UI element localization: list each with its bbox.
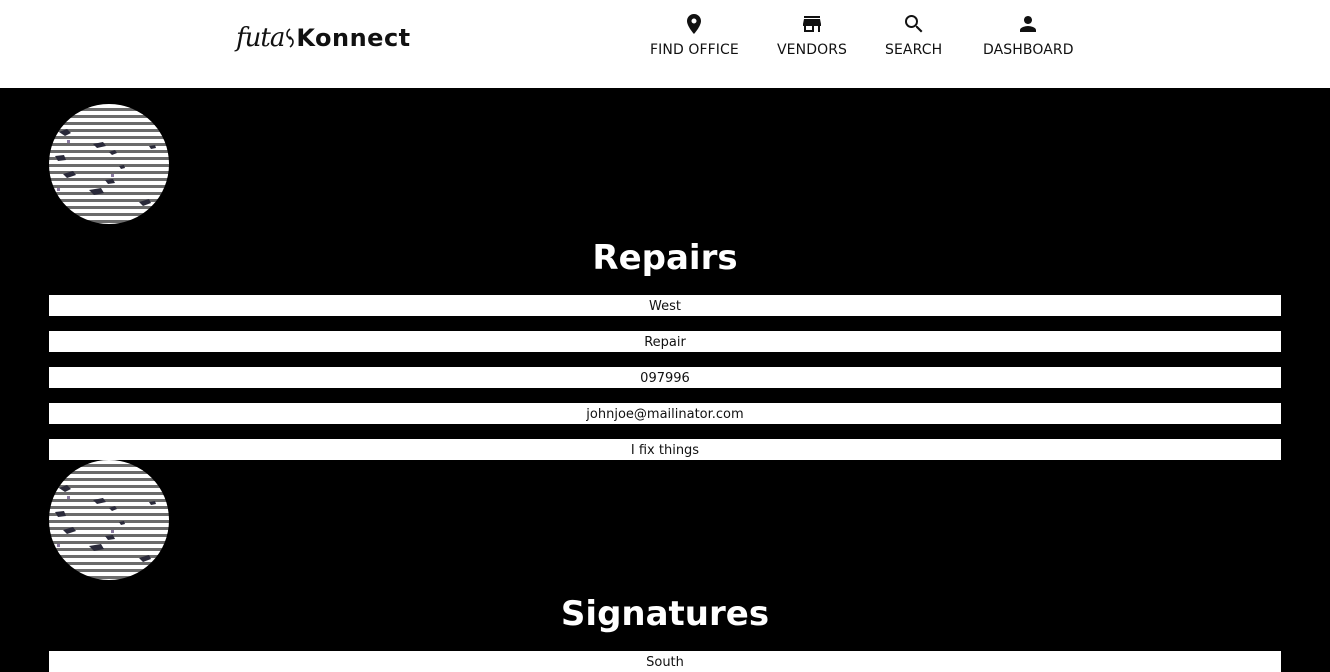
avatar-image — [55, 485, 156, 562]
nav-vendors[interactable]: VENDORS — [777, 12, 847, 68]
location-pin-icon — [687, 14, 702, 34]
vendor-avatar[interactable] — [49, 460, 169, 580]
site-logo[interactable]: futa Konnect — [236, 20, 411, 56]
vendor-title: Repairs — [592, 238, 738, 278]
vendor-category-field: Repair — [49, 331, 1281, 352]
nav-search-label: SEARCH — [885, 42, 943, 58]
nav-vendors-label: VENDORS — [777, 42, 848, 58]
vendor-phone-field: 097996 — [49, 367, 1281, 388]
vendor-avatar[interactable] — [49, 104, 169, 224]
vendor-email-field: johnjoe@mailinator.com — [49, 403, 1281, 424]
logo-text-futa: futa — [236, 23, 285, 53]
vendor-card: Signatures South — [49, 460, 1281, 672]
nav-dashboard-label: DASHBOARD — [983, 42, 1074, 58]
vendor-title: Signatures — [560, 594, 770, 634]
vendor-list: Repairs West Repair 097996 johnjoe@maili… — [0, 88, 1330, 672]
vendor-location-field: West — [49, 295, 1281, 316]
nav-search[interactable]: SEARCH — [885, 12, 942, 68]
person-icon — [1020, 16, 1037, 32]
avatar-image — [55, 129, 156, 206]
logo-text-konnect: Konnect — [296, 24, 411, 52]
nav-dashboard[interactable]: DASHBOARD — [983, 12, 1074, 68]
store-icon — [803, 16, 821, 32]
nav-find-office[interactable]: FIND OFFICE — [650, 12, 739, 68]
logo-flourish-icon — [286, 28, 295, 48]
top-navbar: futa Konnect FIND OFFICE VENDORS SEARCH — [0, 0, 1330, 88]
vendor-location-field: South — [49, 651, 1281, 672]
vendor-description-field: I fix things — [49, 439, 1281, 460]
vendor-card: Repairs West Repair 097996 johnjoe@maili… — [49, 104, 1281, 460]
nav-find-office-label: FIND OFFICE — [650, 42, 739, 58]
search-icon — [904, 15, 923, 33]
